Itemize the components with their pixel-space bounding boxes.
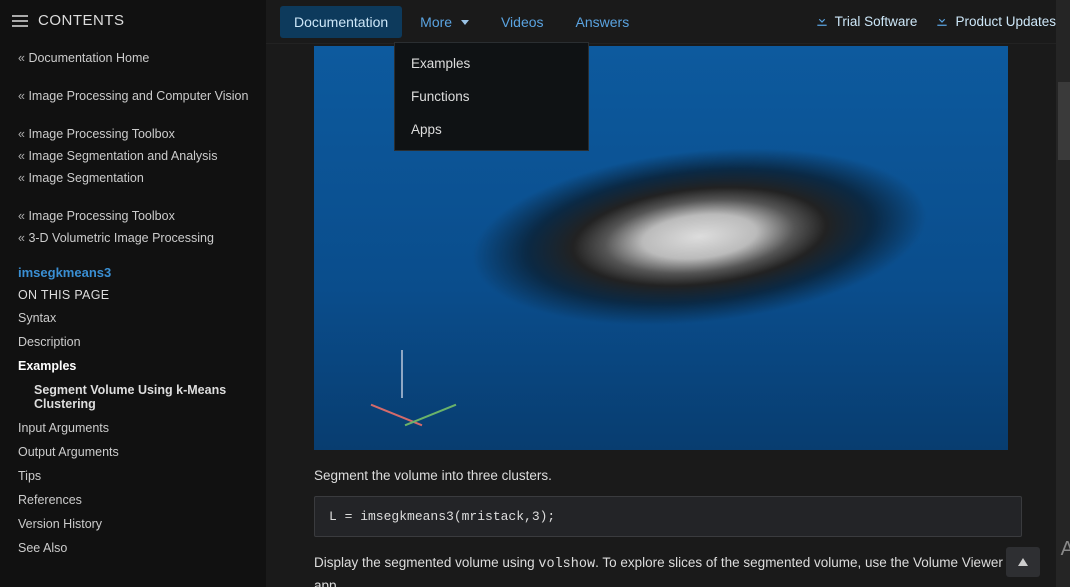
dropdown-examples[interactable]: Examples: [395, 47, 588, 80]
breadcrumb-group-2: Image Processing and Computer Vision: [0, 79, 266, 117]
tab-videos[interactable]: Videos: [487, 6, 558, 38]
tab-documentation[interactable]: Documentation: [280, 6, 402, 38]
body-p1: Segment the volume into three clusters.: [314, 466, 1022, 486]
axes-icon: [359, 338, 459, 428]
download-icon: [815, 13, 829, 30]
breadcrumb-home[interactable]: Documentation Home: [18, 47, 266, 69]
dropdown-functions[interactable]: Functions: [395, 80, 588, 113]
tabbar: Documentation More Videos Answers Trial …: [266, 0, 1070, 44]
body-p2: Display the segmented volume using volsh…: [314, 553, 1022, 587]
mri-volume-render: [438, 118, 970, 375]
trial-software-link[interactable]: Trial Software: [815, 13, 918, 30]
toc-input-args[interactable]: Input Arguments: [0, 416, 266, 440]
tab-answers[interactable]: Answers: [562, 6, 644, 38]
p2-a: Display the segmented volume using: [314, 555, 538, 570]
on-this-page-label: ON THIS PAGE: [0, 282, 266, 306]
toc-version-history[interactable]: Version History: [0, 512, 266, 536]
updates-label: Product Updates: [955, 14, 1056, 29]
toc-description[interactable]: Description: [0, 330, 266, 354]
breadcrumb-seg[interactable]: Image Segmentation: [18, 167, 266, 189]
toc-examples[interactable]: Examples: [0, 354, 266, 378]
breadcrumb-seg-analysis[interactable]: Image Segmentation and Analysis: [18, 145, 266, 167]
product-updates-link[interactable]: Product Updates: [935, 13, 1056, 30]
breadcrumb-ipcv[interactable]: Image Processing and Computer Vision: [18, 85, 266, 107]
dropdown-apps[interactable]: Apps: [395, 113, 588, 146]
more-dropdown: Examples Functions Apps: [394, 42, 589, 151]
scroll-to-top-button[interactable]: [1006, 547, 1040, 577]
toc-example-sub[interactable]: Segment Volume Using k-Means Clustering: [0, 378, 266, 416]
contents-title: CONTENTS: [38, 12, 125, 29]
toc-references[interactable]: References: [0, 488, 266, 512]
download-icon: [935, 13, 949, 30]
breadcrumb-iptoolbox[interactable]: Image Processing Toolbox: [18, 123, 266, 145]
tab-more-label: More: [420, 14, 452, 30]
toc-syntax[interactable]: Syntax: [0, 306, 266, 330]
breadcrumb-group-4: Image Processing Toolbox 3-D Volumetric …: [0, 199, 266, 259]
sidebar: CONTENTS Documentation Home Image Proces…: [0, 0, 266, 587]
scrollbar[interactable]: [1056, 0, 1070, 587]
breadcrumb-group-1: Documentation Home: [0, 41, 266, 79]
right-links: Trial Software Product Updates: [815, 13, 1056, 30]
chevron-up-icon: [1018, 558, 1028, 566]
p2-code: volshow: [538, 557, 595, 572]
chevron-down-icon: [461, 20, 469, 25]
breadcrumb-iptoolbox2[interactable]: Image Processing Toolbox: [18, 205, 266, 227]
page-title: imsegkmeans3: [0, 259, 266, 282]
cutoff-glyph: A: [1061, 538, 1070, 561]
tab-more[interactable]: More: [406, 6, 483, 38]
trial-label: Trial Software: [835, 14, 918, 29]
breadcrumb-3d[interactable]: 3-D Volumetric Image Processing: [18, 227, 266, 249]
content: Segment the volume into three clusters. …: [266, 44, 1070, 587]
code-block-1: L = imsegkmeans3(mristack,3);: [314, 496, 1022, 537]
toc-tips[interactable]: Tips: [0, 464, 266, 488]
contents-header: CONTENTS: [0, 12, 266, 41]
hamburger-icon[interactable]: [12, 15, 28, 27]
scrollbar-thumb[interactable]: [1058, 82, 1070, 160]
toc-see-also[interactable]: See Also: [0, 536, 266, 560]
toc-output-args[interactable]: Output Arguments: [0, 440, 266, 464]
main: Documentation More Videos Answers Trial …: [266, 0, 1070, 587]
breadcrumb-group-3: Image Processing Toolbox Image Segmentat…: [0, 117, 266, 199]
